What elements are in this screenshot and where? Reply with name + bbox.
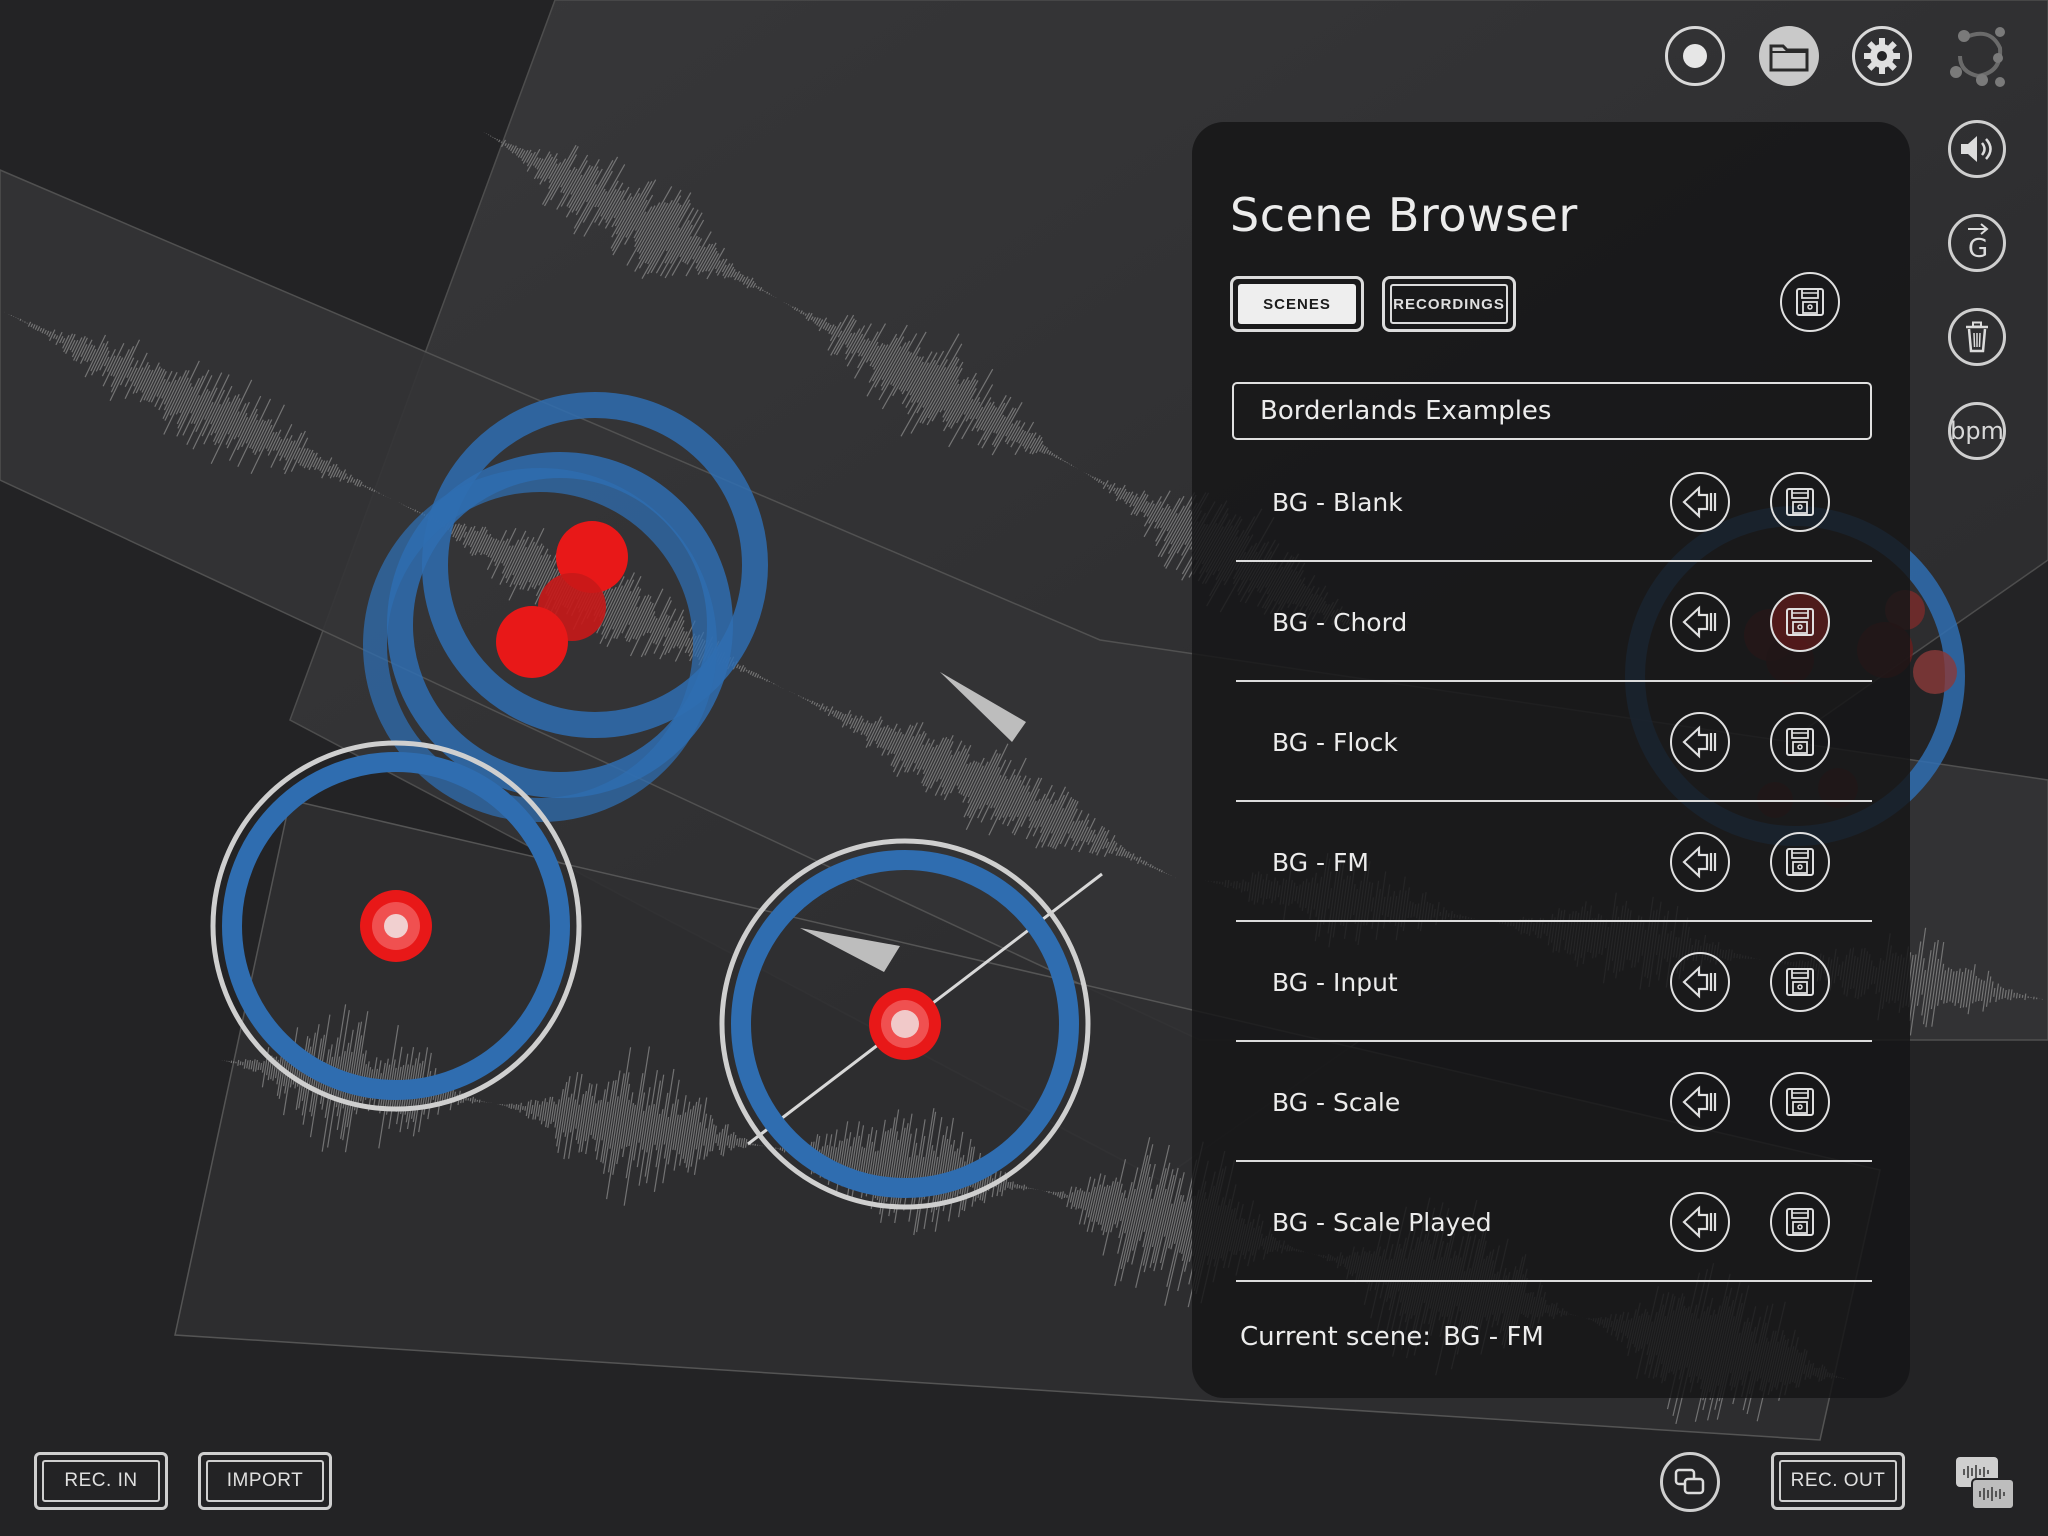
current-scene: Current scene: BG - FM — [1240, 1322, 1544, 1352]
scene-name: BG - Chord — [1272, 607, 1408, 637]
scene-name: BG - Flock — [1272, 727, 1398, 757]
load-arrow-icon — [1682, 485, 1717, 519]
scene-browser-panel: Scene Browser SCENES RECORDINGS Borderla… — [1192, 122, 1910, 1398]
rec-in-button[interactable]: REC. IN — [34, 1452, 168, 1510]
recordings-button[interactable] — [1954, 1455, 2016, 1513]
folder-name[interactable]: Borderlands Examples — [1232, 382, 1872, 440]
tab-scenes-label: SCENES — [1238, 284, 1356, 324]
scene-row[interactable]: BG - Scale Played — [1236, 1162, 1872, 1282]
scene-name: BG - Scale — [1272, 1087, 1401, 1117]
load-arrow-icon — [1682, 605, 1717, 639]
floppy-disk-icon — [1786, 728, 1814, 756]
load-arrow-icon — [1682, 725, 1717, 759]
save-scene-button[interactable] — [1770, 832, 1830, 892]
scene-row[interactable]: BG - Blank — [1236, 442, 1872, 562]
window-mode-button[interactable] — [1660, 1452, 1720, 1512]
load-scene-button[interactable] — [1670, 472, 1730, 532]
floppy-disk-icon — [1786, 848, 1814, 876]
scene-row[interactable]: BG - Chord — [1236, 562, 1872, 682]
trash-button[interactable] — [1948, 308, 2006, 366]
scene-name: BG - Scale Played — [1272, 1207, 1492, 1237]
floppy-disk-icon — [1786, 608, 1814, 636]
save-scene-button[interactable] — [1770, 592, 1830, 652]
load-scene-button[interactable] — [1670, 952, 1730, 1012]
grain-voice — [496, 606, 568, 678]
tab-recordings[interactable]: RECORDINGS — [1382, 276, 1516, 332]
save-scene-button[interactable] — [1770, 1192, 1830, 1252]
folder-button[interactable] — [1759, 26, 1819, 86]
load-arrow-icon — [1682, 845, 1717, 879]
audio-files-icon — [1956, 1457, 2015, 1510]
panel-title: Scene Browser — [1230, 188, 1578, 242]
load-arrow-icon — [1682, 965, 1717, 999]
g-arrow-icon: G — [1962, 223, 1992, 264]
speaker-icon — [1961, 136, 1992, 162]
borderlands-logo-icon — [1950, 27, 2005, 87]
load-scene-button[interactable] — [1670, 712, 1730, 772]
load-scene-button[interactable] — [1670, 832, 1730, 892]
rec-out-button[interactable]: REC. OUT — [1771, 1452, 1905, 1510]
tab-recordings-label: RECORDINGS — [1390, 284, 1508, 324]
floppy-disk-icon — [1786, 968, 1814, 996]
rec-in-label: REC. IN — [42, 1460, 160, 1502]
floppy-disk-icon — [1786, 1208, 1814, 1236]
scene-name: BG - Blank — [1272, 487, 1403, 517]
g-label: G — [1968, 234, 1989, 264]
scene-row[interactable]: BG - Scale — [1236, 1042, 1872, 1162]
app-logo[interactable] — [1942, 20, 2016, 94]
tab-scenes[interactable]: SCENES — [1230, 276, 1364, 332]
load-scene-button[interactable] — [1670, 1192, 1730, 1252]
load-arrow-icon — [1682, 1085, 1717, 1119]
scene-row[interactable]: BG - FM — [1236, 802, 1872, 922]
load-scene-button[interactable] — [1670, 1072, 1730, 1132]
bpm-label: bpm — [1950, 417, 2004, 445]
current-scene-value: BG - FM — [1443, 1322, 1544, 1352]
save-scene-button[interactable] — [1770, 472, 1830, 532]
save-scene-button[interactable] — [1780, 272, 1840, 332]
scene-row[interactable]: BG - Input — [1236, 922, 1872, 1042]
import-button[interactable]: IMPORT — [198, 1452, 332, 1510]
floppy-disk-icon — [1796, 288, 1824, 316]
rec-out-label: REC. OUT — [1779, 1460, 1897, 1502]
grid-snap-button[interactable]: G — [1948, 214, 2006, 272]
scene-name: BG - Input — [1272, 967, 1398, 997]
current-scene-label: Current scene: — [1240, 1322, 1431, 1352]
folder-icon — [1769, 44, 1809, 72]
record-button[interactable] — [1665, 26, 1725, 86]
floppy-disk-icon — [1786, 488, 1814, 516]
gear-icon — [1864, 38, 1900, 74]
floppy-disk-icon — [1786, 1088, 1814, 1116]
load-scene-button[interactable] — [1670, 592, 1730, 652]
bpm-button[interactable]: bpm — [1948, 402, 2006, 460]
save-scene-button[interactable] — [1770, 952, 1830, 1012]
save-scene-button[interactable] — [1770, 1072, 1830, 1132]
save-scene-button[interactable] — [1770, 712, 1830, 772]
scene-name: BG - FM — [1272, 847, 1369, 877]
row-divider — [1236, 1280, 1872, 1282]
scene-row[interactable]: BG - Flock — [1236, 682, 1872, 802]
record-icon — [1683, 44, 1707, 68]
load-arrow-icon — [1682, 1205, 1717, 1239]
import-label: IMPORT — [206, 1460, 324, 1502]
volume-button[interactable] — [1948, 120, 2006, 178]
trash-icon — [1966, 321, 1988, 353]
settings-button[interactable] — [1852, 26, 1912, 86]
overlapping-windows-icon — [1674, 1468, 1705, 1495]
